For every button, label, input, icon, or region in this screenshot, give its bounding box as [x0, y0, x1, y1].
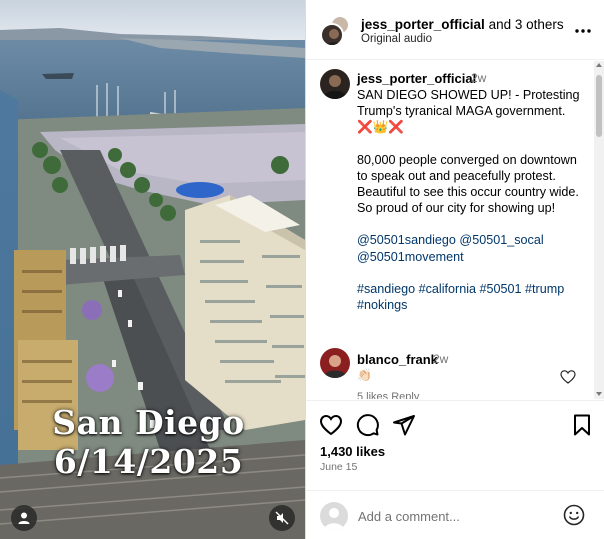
scrollbar-thumb[interactable]: [596, 75, 602, 137]
scroll-down-arrow-icon[interactable]: [596, 392, 602, 396]
mute-toggle-button[interactable]: [269, 505, 295, 531]
user-icon: [18, 512, 30, 524]
comment-timestamp: 2w: [433, 352, 449, 366]
add-comment-bar: [306, 490, 604, 539]
scroll-up-arrow-icon[interactable]: [596, 63, 602, 67]
video-overlay-date: 6/14/2025: [53, 442, 244, 481]
commenter-avatar[interactable]: [320, 348, 350, 378]
send-icon[interactable]: [392, 413, 416, 437]
comment-text: 👏🏻: [357, 368, 372, 382]
more-horizontal-icon[interactable]: [574, 22, 592, 40]
comments-scrollbar[interactable]: [594, 61, 604, 399]
post-media[interactable]: San Diego 6/14/2025: [0, 0, 305, 539]
video-overlay-location: San Diego: [52, 403, 245, 442]
comments-section[interactable]: jess_porter_official 2w SAN DIEGO SHOWED…: [306, 61, 604, 399]
heart-icon[interactable]: [319, 413, 343, 437]
caption-username[interactable]: jess_porter_official: [357, 71, 476, 86]
caption-author-avatar[interactable]: [320, 69, 350, 99]
add-comment-input[interactable]: [358, 505, 548, 527]
collab-avatars[interactable]: [320, 13, 354, 47]
caption-mentions[interactable]: @50501sandiego @50501_socal @50501moveme…: [357, 232, 587, 264]
comment-icon[interactable]: [356, 413, 380, 437]
comment-meta[interactable]: 5 likes Reply: [357, 391, 419, 399]
speaker-muted-icon: [275, 511, 289, 525]
post-details-panel: jess_porter_official and 3 others Origin…: [305, 0, 604, 539]
post-date[interactable]: June 15: [320, 461, 357, 473]
audio-label[interactable]: Original audio: [361, 33, 432, 45]
caption-text: SAN DIEGO SHOWED UP! - Protesting Trump'…: [357, 87, 587, 313]
like-count[interactable]: 1,430 likes: [320, 444, 385, 459]
tagged-users-button[interactable]: [11, 505, 37, 531]
author-username[interactable]: jess_porter_official: [361, 17, 485, 32]
post-header: jess_porter_official and 3 others Origin…: [306, 0, 604, 60]
collab-others[interactable]: and 3 others: [485, 17, 564, 32]
current-user-avatar: [320, 502, 348, 530]
post-actions-bar: [306, 400, 604, 442]
bookmark-icon[interactable]: [570, 413, 594, 437]
caption-timestamp: 2w: [471, 71, 487, 85]
author-avatar: [320, 23, 344, 47]
caption-paragraph: 80,000 people converged on downtown to s…: [357, 152, 579, 216]
caption-emoji: ❌👑❌: [357, 120, 405, 135]
comment-like-heart-icon[interactable]: [560, 369, 576, 385]
post-authors[interactable]: jess_porter_official and 3 others: [361, 17, 564, 32]
caption-hashtags[interactable]: #sandiego #california #50501 #trump #nok…: [357, 281, 587, 313]
caption-line: SAN DIEGO SHOWED UP! - Protesting Trump'…: [357, 88, 580, 119]
comment-username[interactable]: blanco_frank: [357, 352, 438, 367]
smiley-icon[interactable]: [563, 504, 585, 526]
